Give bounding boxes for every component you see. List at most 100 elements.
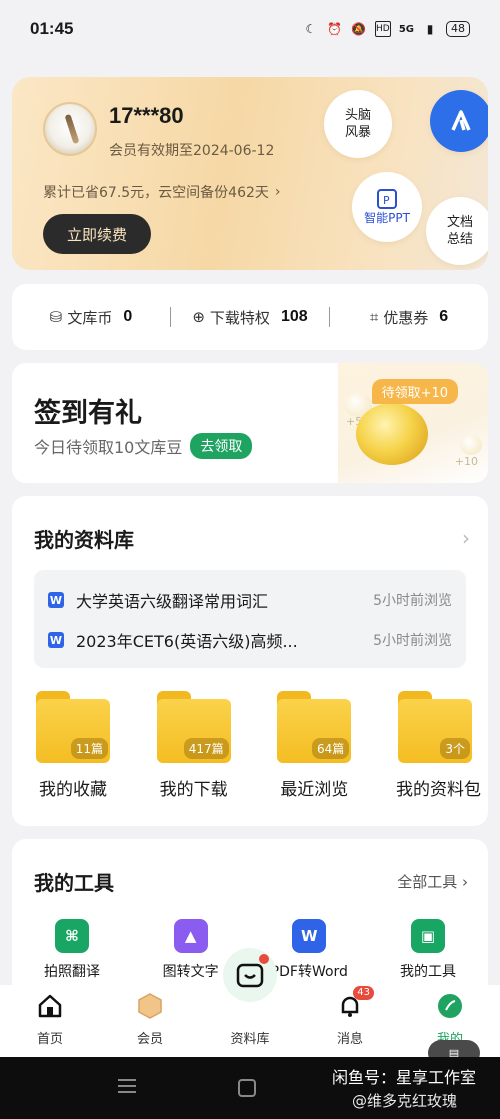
recent-item[interactable]: W 2023年CET6(英语六级)高频... 5小时前浏览 [48, 620, 452, 660]
ai-assistant-bubble[interactable] [430, 90, 488, 152]
nav-home[interactable]: 首页 [10, 992, 90, 1047]
chevron-right-icon[interactable]: › [462, 526, 470, 550]
signal-icon: ▮ [426, 22, 434, 36]
chevron-right-icon: › [462, 873, 468, 891]
tool-my-tools[interactable]: ▣ 我的工具 [378, 919, 478, 981]
folder-label: 最近浏览 [280, 780, 349, 800]
folder-icon: 3个 [397, 691, 472, 763]
vip-icon [136, 992, 164, 1020]
all-tools-link[interactable]: 全部工具 › [397, 871, 468, 892]
folder-row: 11篇 我的收藏 417篇 我的下载 64篇 最近浏览 3个 我的资料包 [34, 691, 481, 800]
word-doc-icon: W [48, 632, 64, 648]
folder-label: 我的资料包 [395, 780, 481, 800]
brainstorm-label: 头脑 风暴 [344, 108, 371, 140]
watermark-line1: 闲鱼号：星享工作室 [332, 1068, 477, 1087]
brainstorm-bubble[interactable]: 头脑 风暴 [324, 90, 392, 158]
menu-icon[interactable] [118, 1079, 136, 1093]
folder-label: 我的下载 [159, 780, 228, 800]
folder-downloads[interactable]: 417篇 我的下载 [155, 691, 233, 800]
recent-list: W 大学英语六级翻译常用词汇 5小时前浏览 W 2023年CET6(英语六级)高… [34, 570, 466, 668]
coupon-stat[interactable]: ⌗ 优惠券 6 [330, 307, 488, 328]
recent-item-title: 大学英语六级翻译常用词汇 [76, 592, 269, 611]
all-tools-label: 全部工具 [397, 873, 458, 891]
recent-item[interactable]: W 大学英语六级翻译常用词汇 5小时前浏览 [48, 580, 452, 620]
folder-favorites[interactable]: 11篇 我的收藏 [34, 691, 112, 800]
coupon-label: 优惠券 [383, 308, 429, 327]
coupon-value: 6 [439, 308, 449, 325]
nav-label: 会员 [136, 1032, 163, 1047]
ai-logo-icon [451, 110, 471, 131]
download-icon: ⊕ [192, 308, 205, 326]
nav-mine[interactable]: 我的 [410, 992, 490, 1047]
watermark-line2: @维多克红玫瑰 [352, 1092, 458, 1110]
folder-recent[interactable]: 64篇 最近浏览 [275, 691, 353, 800]
coins-label: 文库币 [67, 308, 113, 327]
nav-label: 消息 [336, 1032, 363, 1047]
folder-label: 我的收藏 [39, 780, 107, 800]
folder-count: 3个 [440, 738, 470, 759]
recent-item-title: 2023年CET6(英语六级)高频... [76, 632, 298, 651]
nav-label: 首页 [36, 1032, 63, 1047]
notification-dot [259, 954, 269, 964]
tool-photo-translate[interactable]: ⌘ 拍照翻译 [22, 919, 122, 981]
nav-messages[interactable]: 43 消息 [310, 986, 390, 1047]
smart-ppt-bubble[interactable]: P 智能PPT [352, 172, 422, 242]
bean-icon [356, 403, 428, 465]
profile-icon [436, 992, 464, 1020]
status-time: 01:45 [30, 19, 74, 38]
folder-count: 64篇 [312, 738, 350, 759]
bell-icon: 43 [336, 986, 374, 1020]
network-label: 5G [398, 23, 414, 35]
download-label: 下载特权 [209, 308, 270, 327]
status-bar: 01:45 ☾ ⏰ 🔕 HD 5G ▮ 48 [0, 0, 500, 58]
folder-count: 417篇 [183, 738, 229, 759]
bottom-nav: 首页 会员 资料库 43 消息 我的 [0, 948, 500, 1057]
tool-label: 拍照翻译 [44, 964, 100, 980]
ticket-icon: ⌗ [369, 308, 379, 326]
smart-ppt-label: 智能PPT [364, 210, 410, 225]
nav-vip[interactable]: 会员 [110, 992, 190, 1047]
hd-icon: HD [374, 21, 391, 37]
folder-packages[interactable]: 3个 我的资料包 [395, 691, 481, 800]
signin-card[interactable]: 签到有礼 今日待领取10文库豆 去领取 +5 +10 待领取+10 [12, 363, 488, 483]
signin-subtitle-row: 今日待领取10文库豆 去领取 [34, 433, 253, 459]
image-icon: ▲ [173, 919, 208, 953]
ppt-icon: P [377, 188, 397, 209]
pdf-word-icon: W [292, 919, 327, 953]
renew-button[interactable]: 立即续费 [43, 214, 151, 254]
avatar[interactable] [43, 102, 97, 156]
reward-tag: 待领取+10 [371, 379, 458, 404]
library-title[interactable]: 我的资料库 [34, 524, 134, 553]
member-card[interactable]: 17***80 会员有效期至2024-06-12 累计已省67.5元，云空间备份… [12, 77, 488, 270]
home-icon [36, 992, 64, 1020]
recent-item-time: 5小时前浏览 [373, 593, 452, 609]
chevron-right-icon: › [274, 184, 281, 200]
claim-button[interactable]: 去领取 [190, 433, 253, 459]
recent-item-time: 5小时前浏览 [373, 633, 452, 649]
svg-text:P: P [383, 194, 390, 207]
library-card: 我的资料库 › W 大学英语六级翻译常用词汇 5小时前浏览 W 2023年CET… [12, 496, 488, 826]
folder-icon: 417篇 [156, 691, 231, 763]
battery-indicator: 48 [446, 21, 470, 37]
coins-stat[interactable]: ⛁ 文库币 0 [12, 307, 170, 328]
alarm-icon: ⏰ [327, 22, 343, 36]
folder-icon: 11篇 [36, 691, 110, 763]
tool-label: 图转文字 [162, 964, 219, 980]
member-username: 17***80 [109, 103, 184, 128]
member-savings-link[interactable]: 累计已省67.5元，云空间备份462天 › [43, 182, 281, 202]
tool-label: PDF转Word [270, 964, 348, 980]
doc-summary-label: 文档 总结 [446, 215, 473, 247]
download-stat[interactable]: ⊕ 下载特权 108 [171, 307, 329, 328]
library-icon [223, 948, 277, 1002]
word-doc-icon: W [48, 592, 64, 608]
bean-small-right [460, 435, 482, 455]
folder-icon: 64篇 [277, 691, 352, 763]
photo-translate-icon: ⌘ [55, 919, 89, 953]
nav-library[interactable]: 资料库 [210, 948, 290, 1047]
home-square-icon[interactable] [238, 1079, 256, 1097]
bean-right-amount: +10 [454, 455, 478, 468]
coins-value: 0 [123, 308, 133, 325]
doc-summary-bubble[interactable]: 文档 总结 [426, 197, 488, 265]
savings-text: 累计已省67.5元，云空间备份462天 [43, 185, 269, 201]
signin-subtitle: 今日待领取10文库豆 [34, 438, 183, 457]
